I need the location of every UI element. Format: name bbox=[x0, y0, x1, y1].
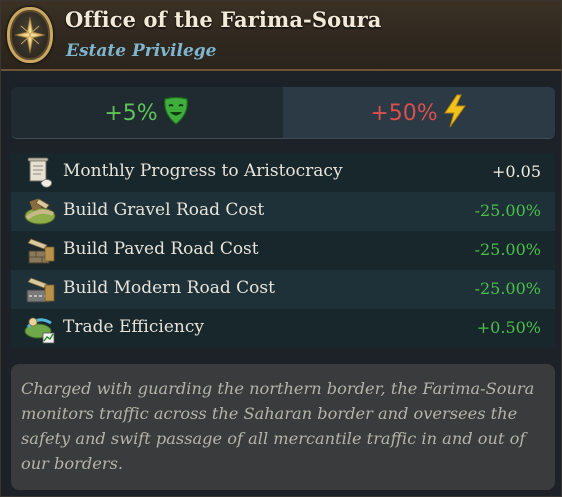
modifier-row: Build Gravel Road Cost -25.00% bbox=[11, 192, 555, 231]
modifier-value: -25.00% bbox=[474, 240, 541, 259]
happy-mask-icon bbox=[162, 96, 190, 130]
estate-privilege-tooltip: Office of the Farima-Soura Estate Privil… bbox=[0, 0, 562, 497]
modern-road-icon bbox=[23, 274, 57, 306]
satisfaction-stat: +5% bbox=[11, 87, 283, 138]
scroll-icon bbox=[23, 157, 57, 189]
modifier-label: Build Modern Road Cost bbox=[63, 278, 275, 298]
flavor-text: Charged with guarding the northern borde… bbox=[21, 379, 535, 473]
paved-road-icon bbox=[23, 235, 57, 267]
influence-value: +50% bbox=[370, 100, 438, 126]
modifier-value: -25.00% bbox=[474, 201, 541, 220]
lightning-icon bbox=[442, 94, 468, 132]
modifier-row: Build Paved Road Cost -25.00% bbox=[11, 231, 555, 270]
trade-efficiency-icon bbox=[23, 313, 57, 345]
privilege-effects-band: +5% +50% bbox=[11, 87, 555, 139]
tooltip-header: Office of the Farima-Soura Estate Privil… bbox=[1, 1, 561, 71]
modifier-value: +0.05 bbox=[491, 162, 541, 181]
modifier-label: Monthly Progress to Aristocracy bbox=[63, 161, 343, 181]
flavor-text-panel: Charged with guarding the northern borde… bbox=[11, 364, 555, 490]
privilege-type-label: Estate Privilege bbox=[66, 41, 217, 61]
gravel-road-icon bbox=[23, 196, 57, 228]
modifier-label: Build Paved Road Cost bbox=[63, 239, 259, 259]
modifier-row: Build Modern Road Cost -25.00% bbox=[11, 270, 555, 309]
modifier-value: -25.00% bbox=[474, 279, 541, 298]
modifier-row: Trade Efficiency +0.50% bbox=[11, 309, 555, 348]
modifier-label: Trade Efficiency bbox=[63, 317, 204, 337]
modifier-label: Build Gravel Road Cost bbox=[63, 200, 265, 220]
satisfaction-value: +5% bbox=[104, 100, 158, 126]
influence-stat: +50% bbox=[283, 87, 555, 138]
compass-star-icon bbox=[7, 7, 53, 63]
modifier-row: Monthly Progress to Aristocracy +0.05 bbox=[11, 153, 555, 192]
modifier-value: +0.50% bbox=[476, 318, 541, 337]
privilege-title: Office of the Farima-Soura bbox=[65, 7, 382, 32]
modifier-list: Monthly Progress to Aristocracy +0.05 Bu… bbox=[11, 153, 555, 348]
